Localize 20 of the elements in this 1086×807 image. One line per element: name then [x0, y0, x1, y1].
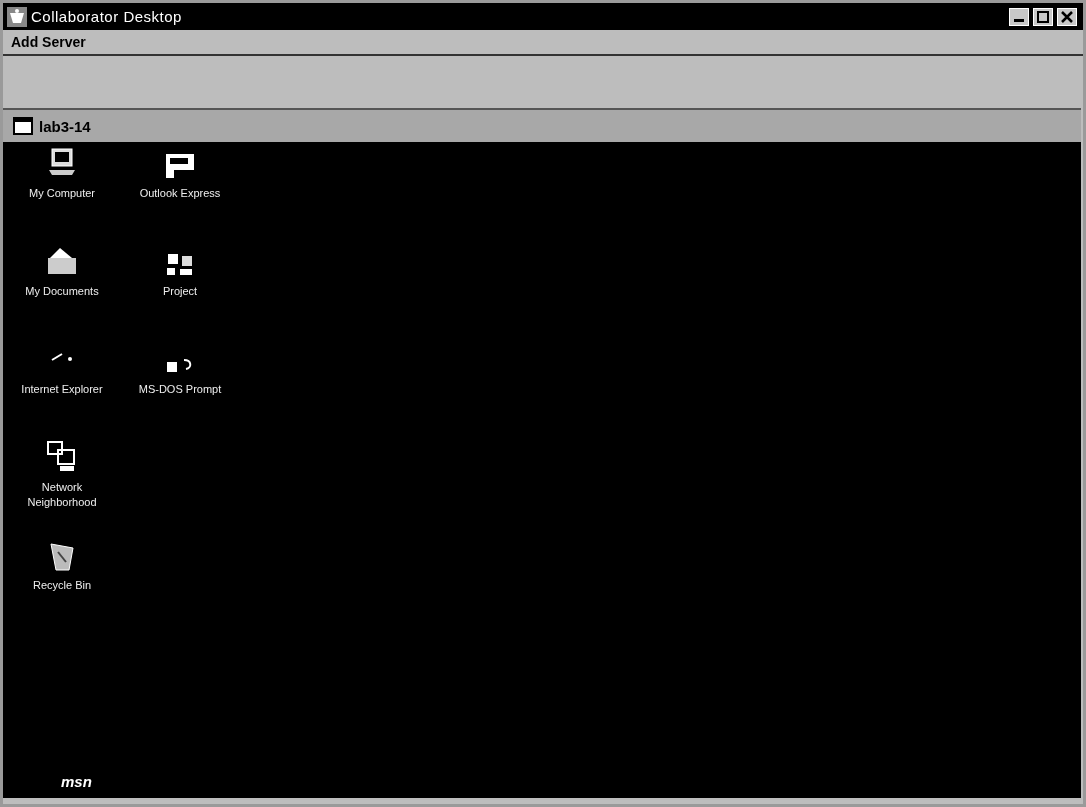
icon-label[interactable]: Network Neighborhood — [20, 480, 104, 510]
minimize-button[interactable] — [1009, 7, 1029, 26]
icon-label[interactable]: MS-DOS Prompt — [138, 382, 222, 397]
icon-label[interactable]: My Computer — [29, 186, 95, 201]
app-icon — [7, 6, 27, 27]
window-icon — [13, 117, 33, 135]
logo-text: msn — [61, 773, 93, 790]
icon-label[interactable]: Outlook Express — [139, 186, 221, 201]
desktop-title: lab3-14 — [39, 117, 91, 135]
maximize-icon — [1037, 10, 1049, 23]
maximize-button[interactable] — [1033, 7, 1053, 26]
close-icon — [1061, 10, 1073, 23]
icon-label[interactable]: My Documents — [25, 284, 99, 299]
icon-label[interactable]: Project — [162, 284, 198, 299]
close-button[interactable] — [1057, 7, 1077, 26]
menu-item[interactable]: Add Server — [11, 34, 86, 50]
minimize-icon — [1014, 18, 1024, 22]
icon-label[interactable]: Internet Explorer — [21, 382, 103, 397]
icon-label[interactable]: Recycle Bin — [32, 578, 92, 593]
window-title: Collaborator Desktop — [31, 8, 183, 25]
